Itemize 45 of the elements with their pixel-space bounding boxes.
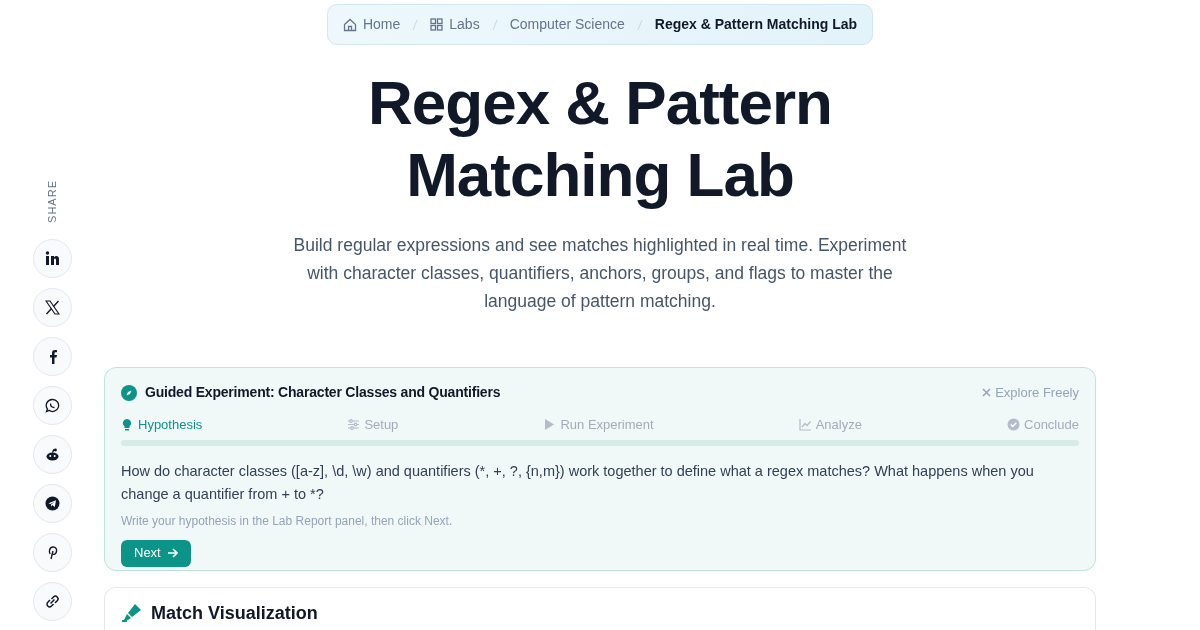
step-tab[interactable]: Run Experiment (543, 415, 654, 435)
page-title: Regex & Pattern Matching Lab (368, 67, 832, 211)
explore-freely-button[interactable]: Explore Freely (982, 382, 1079, 403)
x-logo-icon (44, 299, 60, 315)
arrow-right-icon (166, 548, 178, 558)
share-button[interactable] (32, 287, 72, 327)
page-description: Build regular expressions and see matches highlighted in real time. Experiment with character classes, quantifiers, anchors, groups, and flags to master the language of pattern matching. (292, 234, 908, 313)
line-chart-icon (798, 418, 812, 432)
breadcrumb-link[interactable]: Home (342, 14, 401, 35)
slash-separator-icon (491, 18, 498, 31)
breadcrumb-link[interactable]: Computer Science (509, 14, 625, 35)
share-button[interactable] (32, 434, 72, 474)
step-tab[interactable]: Analyze (798, 415, 862, 435)
check-circle-icon (1007, 418, 1020, 432)
home-icon (342, 17, 357, 32)
next-button[interactable]: Next (121, 539, 191, 567)
slash-separator-icon (636, 18, 643, 31)
sliders-icon (347, 418, 361, 432)
step-tab[interactable]: Hypothesis (121, 415, 203, 435)
slash-separator-icon (412, 18, 419, 31)
share-button[interactable] (32, 336, 72, 376)
step-tab[interactable]: Setup (347, 415, 399, 435)
step-tab[interactable]: Conclude (1007, 415, 1079, 435)
hypothesis-hint: Write your hypothesis in the Lab Report panel, then click Next. (121, 512, 454, 530)
hypothesis-question: How do character classes ([a-z], \d, \w) and quantifiers (*, +, ?, {n,m}) work together to define what a regex matches? What happens when you change a quantifier from + to *? (121, 461, 1035, 504)
share-label: SHARE (44, 180, 59, 223)
compass-icon (121, 384, 137, 401)
share-button[interactable] (32, 238, 72, 278)
section-title: Match Visualization (151, 602, 318, 624)
breadcrumb-link[interactable]: Labs (430, 14, 480, 35)
paper-plane-icon (44, 495, 60, 511)
share-button[interactable] (32, 581, 72, 621)
share-button[interactable] (32, 385, 72, 425)
current-page-link[interactable]: Regex & Pattern Matching Lab (654, 14, 858, 35)
close-icon (982, 388, 992, 397)
grid-icon (430, 18, 444, 31)
share-button[interactable] (32, 483, 72, 523)
lightbulb-icon (121, 418, 134, 432)
play-icon (543, 418, 557, 432)
link-icon (44, 593, 60, 609)
highlighter-icon (121, 602, 143, 622)
linkedin-icon (44, 250, 60, 266)
chat-bubble-icon (44, 397, 60, 413)
alien-icon (44, 446, 60, 462)
experiment-title: Guided Experiment: Character Classes and Quantifiers (145, 383, 501, 402)
